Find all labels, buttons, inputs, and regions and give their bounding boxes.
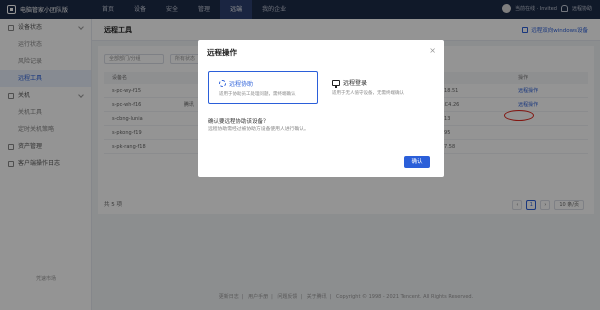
confirm-button[interactable]: 确认 [404, 156, 430, 168]
option-title: 远程协助 [229, 81, 254, 88]
dialog-title: 远程操作 [207, 48, 237, 57]
option-remote-assist[interactable]: 远程协助 适用于协助员工处理问题，需终端确认 [208, 71, 318, 104]
option-desc: 适用于协助员工处理问题，需终端确认 [219, 92, 296, 97]
remote-operation-dialog: 远程操作 × 远程协助 适用于协助员工处理问题，需终端确认 远程登录 适用于无人… [198, 40, 444, 177]
monitor-icon [332, 79, 340, 88]
confirm-description: 远程协助需经过被协助方设备使用人进行确认。 [208, 127, 309, 132]
option-title: 远程登录 [343, 80, 368, 87]
close-icon[interactable]: × [429, 46, 436, 55]
option-head: 远程登录 [332, 78, 368, 88]
assist-icon [219, 80, 226, 87]
confirm-question: 确认要远程协助该设备？ [208, 119, 269, 125]
option-desc: 适用于无人值守设备，无需终端确认 [332, 91, 404, 96]
option-remote-login[interactable]: 远程登录 适用于无人值守设备，无需终端确认 [326, 71, 436, 104]
option-head: 远程协助 [219, 79, 253, 88]
